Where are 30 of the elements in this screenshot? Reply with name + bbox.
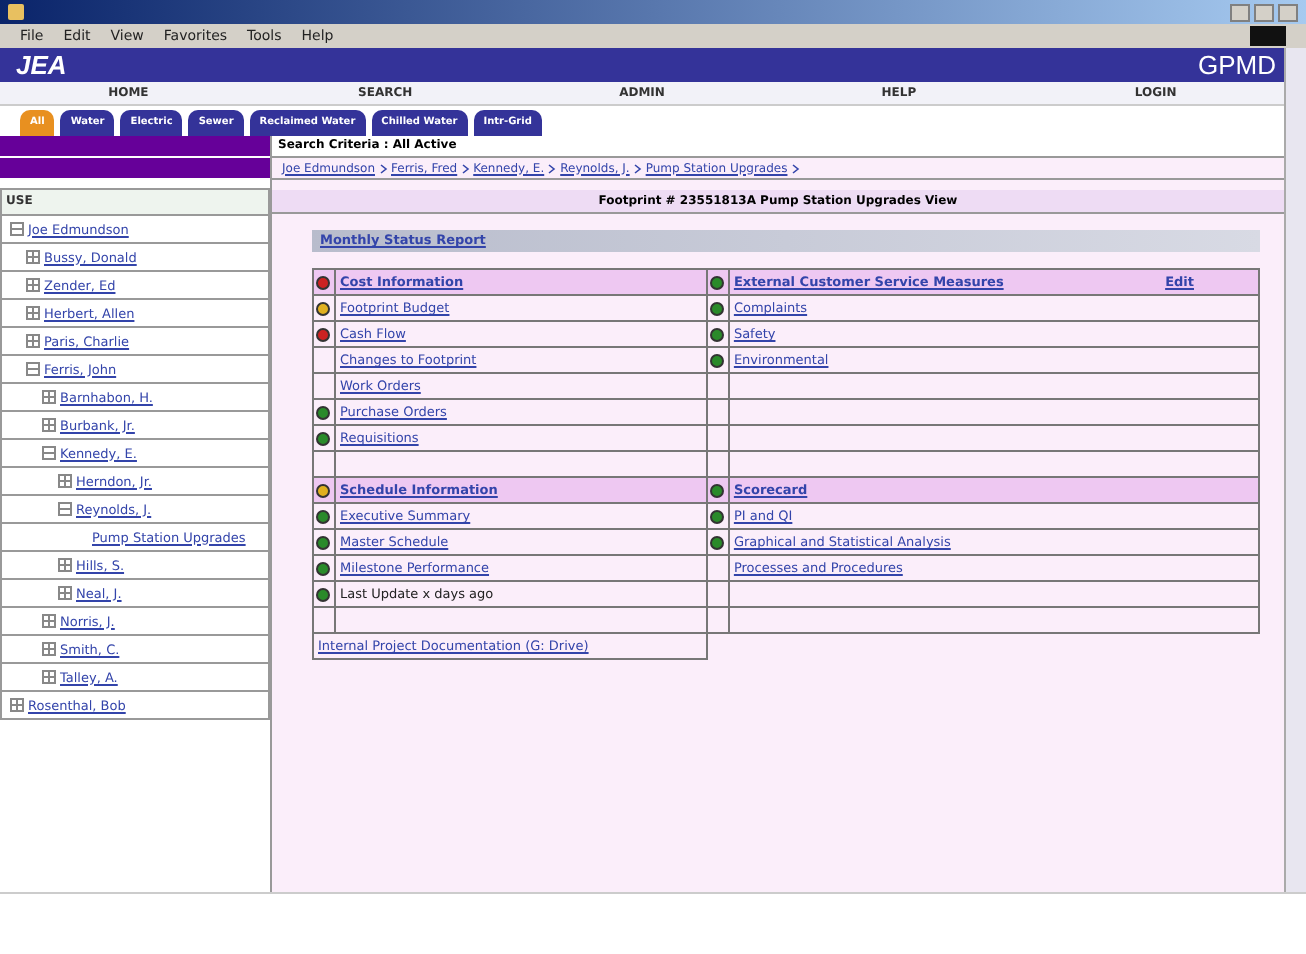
minimize-button[interactable] — [1230, 3, 1250, 21]
app-icon — [8, 4, 24, 20]
browser-logo-icon — [1250, 26, 1286, 46]
expand-icon[interactable] — [42, 670, 56, 684]
expand-icon[interactable] — [10, 698, 24, 712]
expand-icon[interactable] — [26, 250, 40, 264]
app-name: GPMD — [1198, 50, 1276, 80]
maximize-button[interactable] — [1254, 3, 1274, 21]
collapse-icon[interactable] — [42, 446, 56, 460]
chevron-icon — [633, 163, 642, 173]
expand-icon[interactable] — [58, 558, 72, 572]
scrollbar[interactable] — [1284, 48, 1306, 892]
expand-icon[interactable] — [42, 390, 56, 404]
expand-icon[interactable] — [42, 642, 56, 656]
chevron-icon — [791, 163, 800, 173]
chevron-icon — [548, 163, 557, 173]
close-button[interactable] — [1278, 3, 1298, 21]
logo: JEA — [16, 50, 67, 80]
collapse-icon[interactable] — [58, 502, 72, 516]
expand-icon[interactable] — [26, 278, 40, 292]
chevron-icon — [461, 163, 470, 173]
expand-icon[interactable] — [58, 586, 72, 600]
expand-icon[interactable] — [42, 614, 56, 628]
chevron-icon — [379, 163, 387, 173]
expand-icon[interactable] — [26, 306, 40, 320]
expand-icon[interactable] — [42, 418, 56, 432]
expand-icon[interactable] — [58, 474, 72, 488]
collapse-icon[interactable] — [26, 362, 40, 376]
expand-icon[interactable] — [26, 334, 40, 348]
collapse-icon[interactable] — [10, 222, 24, 236]
